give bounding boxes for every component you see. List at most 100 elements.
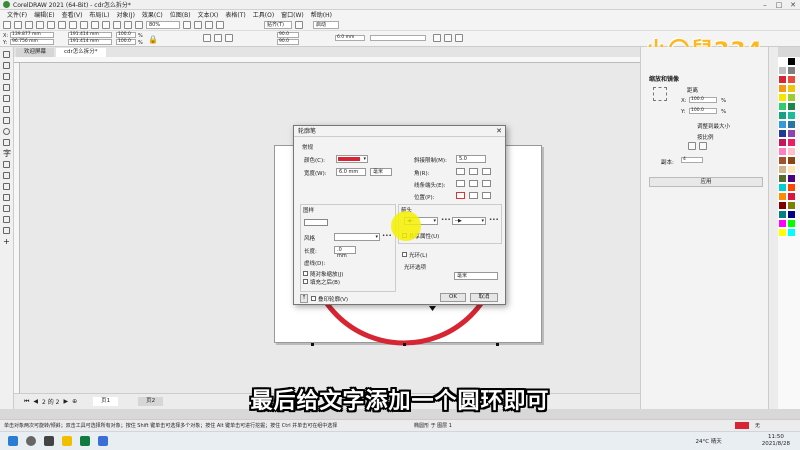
palette-swatch[interactable]: [778, 174, 787, 183]
palette-swatch[interactable]: [787, 174, 796, 183]
overprint-outline-checkbox[interactable]: [311, 296, 316, 301]
scale-with-object-checkbox[interactable]: [303, 271, 308, 276]
palette-swatch[interactable]: [787, 102, 796, 111]
proportional-checkbox[interactable]: 按比例: [697, 133, 714, 141]
mirror-vertical-icon[interactable]: [699, 142, 707, 150]
file-explorer-icon[interactable]: [62, 436, 72, 446]
convert-curves-icon[interactable]: [455, 34, 463, 42]
menu-text[interactable]: 文本(X): [198, 10, 219, 19]
palette-swatch[interactable]: [778, 66, 787, 75]
palette-swatch[interactable]: [787, 129, 796, 138]
palette-swatch[interactable]: [778, 156, 787, 165]
outline-unit-select[interactable]: 毫米: [370, 168, 392, 176]
dash-pattern-preview[interactable]: [304, 219, 328, 226]
palette-swatch[interactable]: [787, 138, 796, 147]
interactive-fill-icon[interactable]: [3, 216, 10, 223]
edit-style-button[interactable]: •••: [382, 233, 392, 239]
inside-position-icon[interactable]: [482, 192, 491, 199]
publish-pdf-icon[interactable]: [135, 20, 143, 29]
cut-icon[interactable]: [47, 20, 55, 29]
palette-swatch[interactable]: [778, 147, 787, 156]
tab-welcome-screen[interactable]: 欢迎屏幕: [16, 47, 55, 57]
palette-swatch[interactable]: [787, 84, 796, 93]
outline-color-picker[interactable]: ▾: [336, 155, 368, 163]
new-document-icon[interactable]: [3, 20, 11, 29]
outline-width-field[interactable]: 6.0 mm: [335, 35, 365, 41]
palette-swatch[interactable]: [787, 147, 796, 156]
maximize-button[interactable]: □: [772, 1, 786, 9]
palette-swatch[interactable]: [778, 93, 787, 102]
drop-shadow-icon[interactable]: [3, 183, 10, 190]
palette-swatch[interactable]: [778, 183, 787, 192]
dialog-close-icon[interactable]: ✕: [496, 127, 502, 135]
lock-ratio-icon[interactable]: 🔒: [148, 35, 158, 44]
scale-x-input[interactable]: 100.0: [689, 97, 717, 103]
docker-tab-strip[interactable]: [768, 47, 778, 409]
minimize-button[interactable]: –: [758, 1, 772, 9]
eyedropper-icon[interactable]: [3, 205, 10, 212]
palette-swatch[interactable]: [787, 156, 796, 165]
menu-tools[interactable]: 工具(O): [253, 10, 274, 19]
dash-length-field[interactable]: .0 mm: [334, 246, 356, 259]
pick-tool-icon[interactable]: [3, 51, 10, 58]
menu-edit[interactable]: 编辑(E): [34, 10, 54, 19]
end-arrow-select[interactable]: ─▶ ▾: [452, 217, 486, 225]
show-guidelines-icon[interactable]: [216, 20, 224, 29]
palette-swatch[interactable]: [778, 210, 787, 219]
outline-color-indicator[interactable]: [734, 422, 749, 429]
import-icon[interactable]: [113, 20, 121, 29]
transparency-icon[interactable]: [3, 194, 10, 201]
settings-gear-icon[interactable]: [295, 20, 303, 29]
export-icon[interactable]: [124, 20, 132, 29]
show-rulers-icon[interactable]: [194, 20, 202, 29]
palette-swatch[interactable]: [778, 111, 787, 120]
center-position-icon[interactable]: [469, 192, 478, 199]
menu-effects[interactable]: 效果(C): [142, 10, 163, 19]
palette-swatch[interactable]: [778, 120, 787, 129]
bevel-corner-icon[interactable]: [482, 168, 491, 175]
palette-swatch[interactable]: [778, 165, 787, 174]
palette-swatch[interactable]: [787, 165, 796, 174]
weather-widget[interactable]: 24°C 晴天: [695, 437, 721, 445]
launch-dropdown[interactable]: 启动: [313, 20, 339, 29]
outside-position-icon[interactable]: [456, 192, 465, 199]
resize-to-max-label[interactable]: 调整到最大小: [697, 122, 730, 130]
menu-object[interactable]: 对象(J): [116, 10, 134, 19]
apply-button[interactable]: 应用: [649, 177, 763, 187]
scale-y-input[interactable]: 100.0: [689, 108, 717, 114]
palette-swatch[interactable]: [787, 201, 796, 210]
palette-swatch[interactable]: [787, 219, 796, 228]
parallel-dimension-icon[interactable]: [3, 161, 10, 168]
height-field[interactable]: 191.414 mm: [68, 39, 112, 45]
snap-to-dropdown[interactable]: 贴齐(T): [264, 20, 292, 29]
smart-fill-icon[interactable]: [3, 227, 10, 234]
palette-swatch[interactable]: [787, 183, 796, 192]
text-tool-icon[interactable]: 字: [3, 150, 11, 158]
line-style-select[interactable]: [370, 35, 426, 41]
show-grid-icon[interactable]: [205, 20, 213, 29]
zoom-level-select[interactable]: 80%: [146, 20, 180, 29]
print-icon[interactable]: [36, 20, 44, 29]
palette-swatch[interactable]: [778, 192, 787, 201]
palette-swatch[interactable]: [778, 75, 787, 84]
palette-swatch[interactable]: [787, 75, 796, 84]
square-cap-icon[interactable]: [482, 180, 491, 187]
ellipse-mode-icon[interactable]: [203, 34, 211, 42]
palette-swatch[interactable]: [778, 84, 787, 93]
open-folder-icon[interactable]: [14, 20, 22, 29]
halo-checkbox[interactable]: [402, 252, 407, 257]
undo-icon[interactable]: [80, 20, 88, 29]
anchor-grid-icon[interactable]: [653, 87, 667, 101]
start-arrow-options[interactable]: •••: [441, 217, 451, 223]
round-corner-icon[interactable]: [469, 168, 478, 175]
palette-swatch[interactable]: [787, 210, 796, 219]
coreldraw-taskbar-icon[interactable]: [80, 436, 90, 446]
line-style-select[interactable]: ▾: [334, 233, 380, 241]
pie-mode-icon[interactable]: [214, 34, 222, 42]
end-angle-field[interactable]: 90.0: [277, 39, 299, 45]
rectangle-tool-icon[interactable]: [3, 117, 10, 124]
selection-handle-bm[interactable]: [403, 343, 406, 346]
help-button[interactable]: ↑: [300, 294, 308, 303]
menu-table[interactable]: 表格(T): [225, 10, 245, 19]
freehand-tool-icon[interactable]: [3, 95, 10, 102]
